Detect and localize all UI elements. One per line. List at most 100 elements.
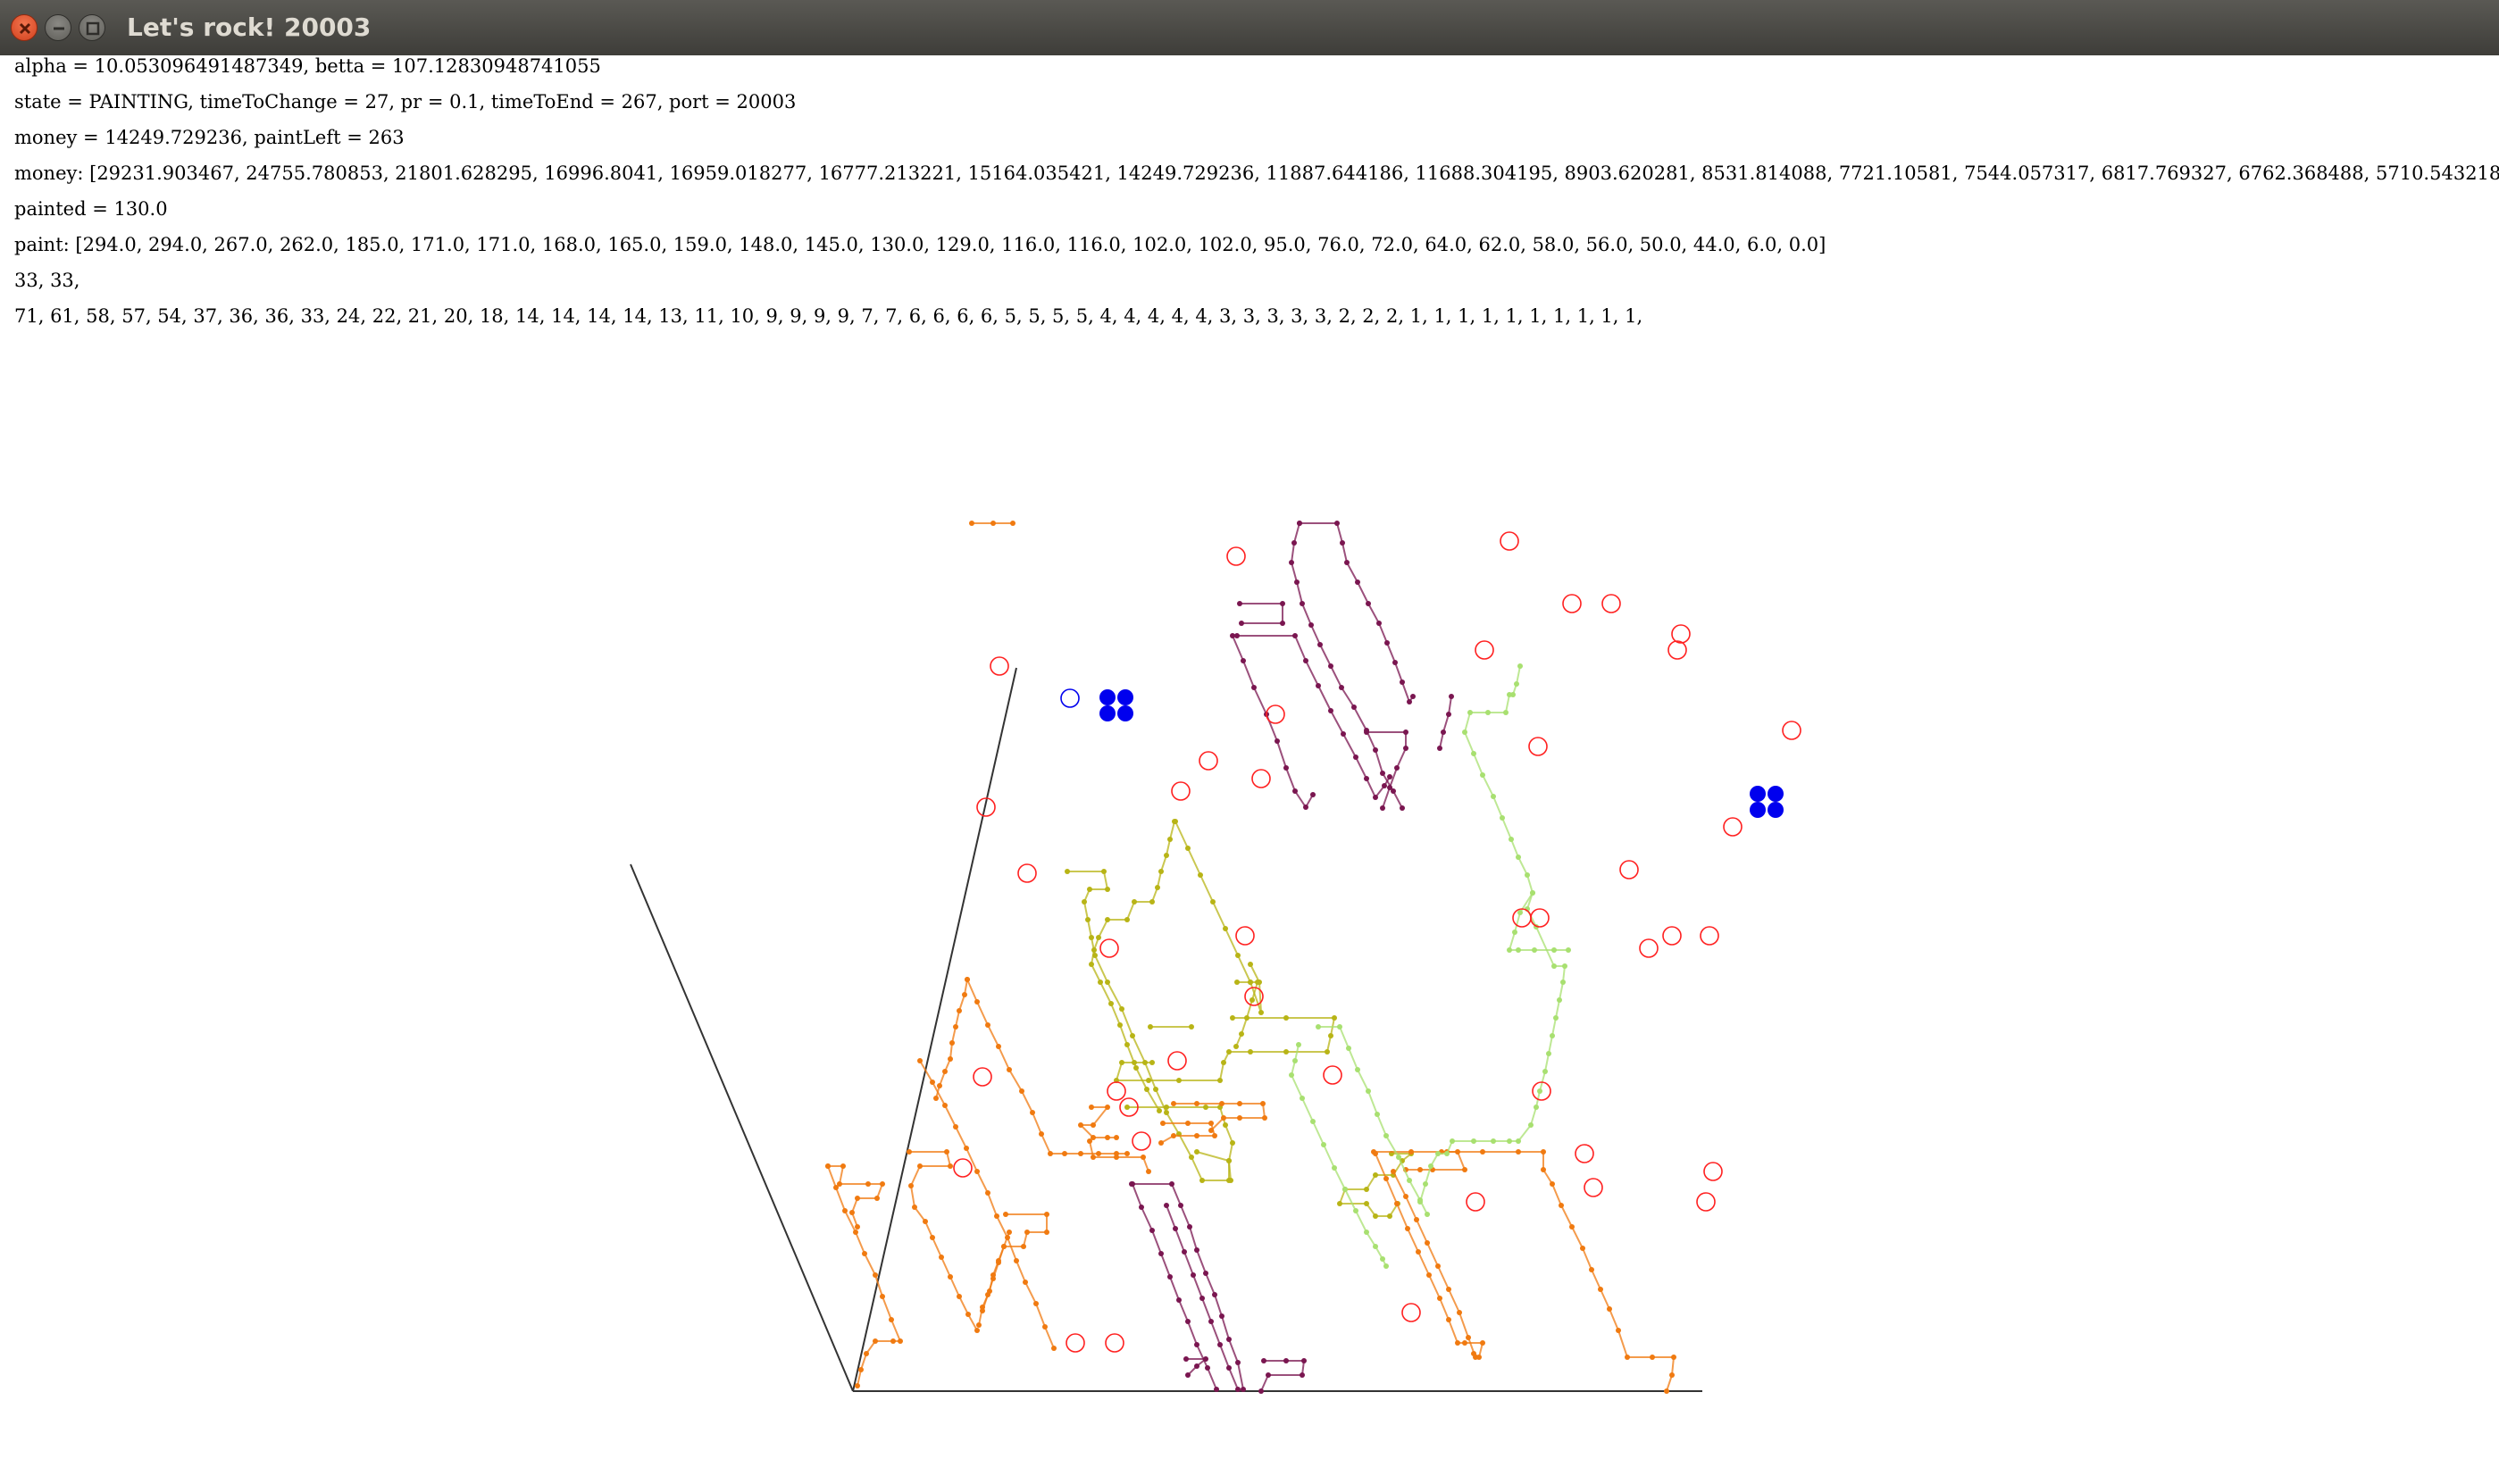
maximize-button[interactable] [79,14,105,41]
path-node [1164,1105,1169,1110]
orange-path [1158,1121,1217,1146]
target-ring [1226,546,1246,566]
path-node [1105,917,1110,922]
path-node [996,1260,1001,1265]
path-node [1400,805,1405,811]
path-node [1373,1213,1378,1219]
target-ring [1235,926,1255,946]
path-node [1423,1181,1428,1187]
target-ring [1639,938,1659,958]
title-bar[interactable]: Let's rock! 20003 [0,0,2499,56]
path-node [1144,1087,1149,1092]
path-node [1146,1078,1151,1083]
path-node [833,1185,839,1190]
path-node [996,1044,1001,1049]
path-node [948,1274,953,1280]
path-node [1105,980,1110,985]
path-node [1234,980,1240,985]
path-node [1051,1346,1057,1351]
lightgreen-path [1507,890,1571,953]
path-node [1283,765,1289,771]
path-node [1364,776,1369,781]
target-rings [953,531,1801,1353]
path-node [1194,1133,1199,1138]
target-ring [1066,1333,1085,1353]
path-node [1428,1163,1433,1169]
player-dot [1117,705,1133,721]
path-node [1364,729,1369,735]
path-node [1212,1133,1217,1138]
path-node [1208,1319,1214,1324]
path-node [1198,872,1203,878]
orange-path [965,977,1130,1156]
path-node [974,1328,980,1333]
path-node [1450,1138,1455,1144]
path-node [1205,1365,1210,1371]
path-node [1303,658,1308,663]
path-node [1382,783,1387,788]
target-ring [1475,640,1494,660]
path-node [1444,1151,1450,1156]
path-node [1182,1249,1187,1255]
path-node [1616,1328,1621,1333]
canvas-area[interactable]: alpha = 10.053096491487349, betta = 107.… [0,55,2499,1484]
path-node [1380,805,1385,811]
close-button[interactable] [11,14,38,41]
path-node [1158,1251,1164,1256]
path-node [1366,1088,1371,1094]
path-node [1437,746,1442,751]
path-node [1550,1181,1555,1187]
path-node [1516,1138,1521,1144]
path-node [1310,1119,1316,1124]
path-node [1194,1247,1199,1253]
path-node [1383,1263,1389,1269]
path-node [985,1022,990,1028]
path-node [1124,1151,1130,1156]
path-node [937,1083,942,1088]
path-node [1237,1115,1242,1121]
path-node [1108,1001,1114,1006]
path-node [1541,1149,1546,1155]
path-node [1435,1263,1441,1269]
target-ring [953,1158,973,1178]
path-node [1446,1287,1451,1292]
path-node [969,521,974,526]
minimize-icon [54,27,64,30]
path-node [1500,815,1505,821]
path-node [1241,658,1246,663]
path-node [898,1338,903,1344]
target-ring [1107,1081,1126,1101]
path-node [1158,869,1164,874]
path-node [1380,771,1385,776]
path-node [1164,1110,1169,1115]
path-node [853,1230,858,1235]
path-node [1149,1228,1155,1233]
minimize-button[interactable] [45,14,71,41]
path-node [923,1219,928,1224]
path-node [965,1312,971,1317]
target-ring [1782,721,1801,740]
path-node [1087,1138,1092,1144]
path-node [1098,980,1103,985]
path-node [1532,947,1537,953]
path-node [1153,1087,1158,1092]
path-node [1087,887,1092,892]
path-node [1525,872,1530,878]
game-canvas[interactable] [0,55,2499,1484]
olive-path [1173,819,1264,1015]
path-node [1092,953,1098,958]
path-node [1235,953,1241,958]
path-node [1033,1301,1039,1306]
path-node [1316,1024,1321,1030]
path-node [1164,1203,1169,1208]
path-node [939,1255,944,1260]
path-node [864,1351,869,1356]
path-node [1030,1110,1035,1115]
path-node [1407,699,1412,704]
path-node [976,1322,982,1328]
path-node [1407,1178,1412,1183]
path-node [1417,1197,1423,1203]
path-node [1300,601,1305,606]
path-node [1044,1212,1049,1217]
path-node [1344,560,1350,565]
